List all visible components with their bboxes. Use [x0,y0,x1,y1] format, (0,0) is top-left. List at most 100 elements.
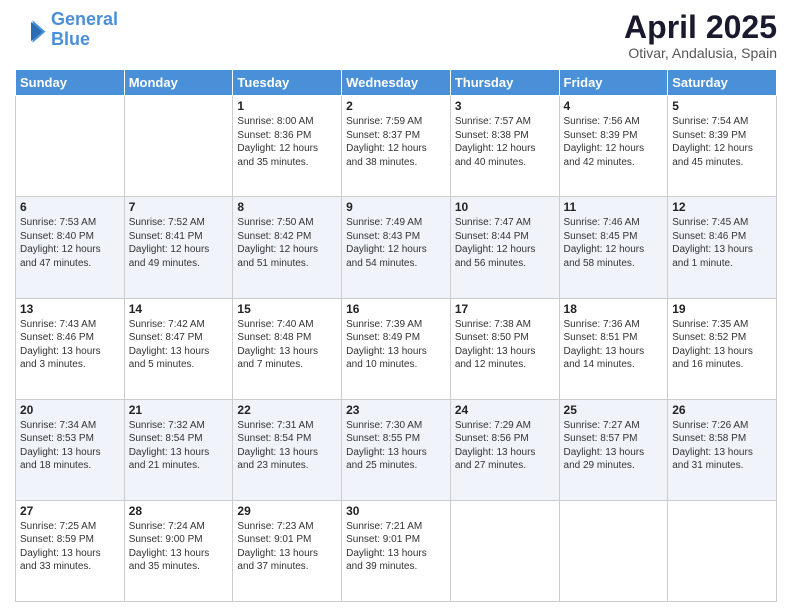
day-info: Sunrise: 7:43 AM Sunset: 8:46 PM Dayligh… [20,318,120,372]
header: General Blue April 2025 Otivar, Andalusi… [15,10,777,61]
day-number: 27 [20,504,120,518]
day-info: Sunrise: 7:24 AM Sunset: 9:00 PM Dayligh… [129,520,229,574]
calendar-cell: 5 Sunrise: 7:54 AM Sunset: 8:39 PM Daylig… [668,96,777,197]
calendar-cell: 20 Sunrise: 7:34 AM Sunset: 8:53 PM Dayli… [16,399,125,500]
day-info: Sunrise: 7:54 AM Sunset: 8:39 PM Dayligh… [672,115,772,169]
title-block: April 2025 Otivar, Andalusia, Spain [624,10,777,61]
calendar-cell: 15 Sunrise: 7:40 AM Sunset: 8:48 PM Dayli… [233,298,342,399]
day-info: Sunrise: 7:34 AM Sunset: 8:53 PM Dayligh… [20,419,120,473]
calendar-cell: 30Sunrise: 7:21 AM Sunset: 9:01 PM Dayli… [342,500,451,601]
day-info: Sunrise: 7:40 AM Sunset: 8:48 PM Dayligh… [237,318,337,372]
day-number: 17 [455,302,555,316]
day-number: 21 [129,403,229,417]
calendar-cell: 19Sunrise: 7:35 AM Sunset: 8:52 PM Dayli… [668,298,777,399]
day-number: 4 [564,99,664,113]
day-number: 6 [20,200,120,214]
calendar-cell: 26 Sunrise: 7:26 AM Sunset: 8:58 PM Dayli… [668,399,777,500]
day-number: 8 [237,200,337,214]
week-row-2: 6 Sunrise: 7:53 AM Sunset: 8:40 PM Daylig… [16,197,777,298]
calendar-cell: 25Sunrise: 7:27 AM Sunset: 8:57 PM Dayli… [559,399,668,500]
calendar-cell [559,500,668,601]
col-header-thursday: Thursday [450,70,559,96]
day-number: 5 [672,99,772,113]
day-number: 28 [129,504,229,518]
day-info: Sunrise: 7:49 AM Sunset: 8:43 PM Dayligh… [346,216,446,270]
day-info: Sunrise: 7:23 AM Sunset: 9:01 PM Dayligh… [237,520,337,574]
calendar-cell: 29 Sunrise: 7:23 AM Sunset: 9:01 PM Dayli… [233,500,342,601]
day-number: 29 [237,504,337,518]
calendar-cell [16,96,125,197]
calendar-cell [668,500,777,601]
day-info: Sunrise: 7:45 AM Sunset: 8:46 PM Dayligh… [672,216,772,270]
calendar-cell: 6 Sunrise: 7:53 AM Sunset: 8:40 PM Daylig… [16,197,125,298]
day-number: 13 [20,302,120,316]
day-number: 1 [237,99,337,113]
day-info: Sunrise: 7:26 AM Sunset: 8:58 PM Dayligh… [672,419,772,473]
day-number: 15 [237,302,337,316]
calendar-cell: 3Sunrise: 7:57 AM Sunset: 8:38 PM Daylig… [450,96,559,197]
day-number: 18 [564,302,664,316]
day-info: Sunrise: 7:29 AM Sunset: 8:56 PM Dayligh… [455,419,555,473]
calendar-cell: 2Sunrise: 7:59 AM Sunset: 8:37 PM Daylig… [342,96,451,197]
location: Otivar, Andalusia, Spain [624,45,777,61]
day-number: 30 [346,504,446,518]
day-number: 12 [672,200,772,214]
calendar-cell: 8 Sunrise: 7:50 AM Sunset: 8:42 PM Daylig… [233,197,342,298]
calendar-cell: 18Sunrise: 7:36 AM Sunset: 8:51 PM Dayli… [559,298,668,399]
calendar-table: SundayMondayTuesdayWednesdayThursdayFrid… [15,69,777,602]
day-info: Sunrise: 7:56 AM Sunset: 8:39 PM Dayligh… [564,115,664,169]
day-info: Sunrise: 7:53 AM Sunset: 8:40 PM Dayligh… [20,216,120,270]
logo-icon [15,14,47,46]
day-info: Sunrise: 7:57 AM Sunset: 8:38 PM Dayligh… [455,115,555,169]
day-number: 23 [346,403,446,417]
calendar-cell: 22 Sunrise: 7:31 AM Sunset: 8:54 PM Dayli… [233,399,342,500]
day-info: Sunrise: 7:52 AM Sunset: 8:41 PM Dayligh… [129,216,229,270]
calendar-cell: 28 Sunrise: 7:24 AM Sunset: 9:00 PM Dayli… [124,500,233,601]
day-info: Sunrise: 7:50 AM Sunset: 8:42 PM Dayligh… [237,216,337,270]
calendar-cell: 10Sunrise: 7:47 AM Sunset: 8:44 PM Dayli… [450,197,559,298]
month-title: April 2025 [624,10,777,45]
calendar-cell: 7 Sunrise: 7:52 AM Sunset: 8:41 PM Daylig… [124,197,233,298]
day-number: 22 [237,403,337,417]
col-header-sunday: Sunday [16,70,125,96]
calendar-cell: 11Sunrise: 7:46 AM Sunset: 8:45 PM Dayli… [559,197,668,298]
logo: General Blue [15,10,118,50]
day-info: Sunrise: 7:31 AM Sunset: 8:54 PM Dayligh… [237,419,337,473]
logo-line1: General [51,9,118,29]
calendar-header-row: SundayMondayTuesdayWednesdayThursdayFrid… [16,70,777,96]
day-info: Sunrise: 7:38 AM Sunset: 8:50 PM Dayligh… [455,318,555,372]
calendar-cell: 17 Sunrise: 7:38 AM Sunset: 8:50 PM Dayli… [450,298,559,399]
day-number: 19 [672,302,772,316]
calendar-cell: 9 Sunrise: 7:49 AM Sunset: 8:43 PM Daylig… [342,197,451,298]
col-header-friday: Friday [559,70,668,96]
calendar-cell: 13 Sunrise: 7:43 AM Sunset: 8:46 PM Dayli… [16,298,125,399]
day-number: 9 [346,200,446,214]
calendar-cell: 4 Sunrise: 7:56 AM Sunset: 8:39 PM Daylig… [559,96,668,197]
col-header-tuesday: Tuesday [233,70,342,96]
week-row-3: 13 Sunrise: 7:43 AM Sunset: 8:46 PM Dayli… [16,298,777,399]
col-header-wednesday: Wednesday [342,70,451,96]
day-number: 25 [564,403,664,417]
calendar-cell [124,96,233,197]
day-info: Sunrise: 7:39 AM Sunset: 8:49 PM Dayligh… [346,318,446,372]
day-info: Sunrise: 7:25 AM Sunset: 8:59 PM Dayligh… [20,520,120,574]
calendar-cell: 1Sunrise: 8:00 AM Sunset: 8:36 PM Daylig… [233,96,342,197]
logo-text: General Blue [51,10,118,50]
calendar-cell: 12 Sunrise: 7:45 AM Sunset: 8:46 PM Dayli… [668,197,777,298]
day-info: Sunrise: 7:30 AM Sunset: 8:55 PM Dayligh… [346,419,446,473]
day-number: 26 [672,403,772,417]
day-info: Sunrise: 7:42 AM Sunset: 8:47 PM Dayligh… [129,318,229,372]
day-number: 2 [346,99,446,113]
calendar-cell: 23 Sunrise: 7:30 AM Sunset: 8:55 PM Dayli… [342,399,451,500]
page: General Blue April 2025 Otivar, Andalusi… [0,0,792,612]
day-number: 20 [20,403,120,417]
day-number: 10 [455,200,555,214]
calendar-cell [450,500,559,601]
col-header-monday: Monday [124,70,233,96]
calendar-cell: 14Sunrise: 7:42 AM Sunset: 8:47 PM Dayli… [124,298,233,399]
logo-line2: Blue [51,29,90,49]
day-number: 7 [129,200,229,214]
week-row-1: 1Sunrise: 8:00 AM Sunset: 8:36 PM Daylig… [16,96,777,197]
calendar-cell: 24Sunrise: 7:29 AM Sunset: 8:56 PM Dayli… [450,399,559,500]
day-info: Sunrise: 7:32 AM Sunset: 8:54 PM Dayligh… [129,419,229,473]
